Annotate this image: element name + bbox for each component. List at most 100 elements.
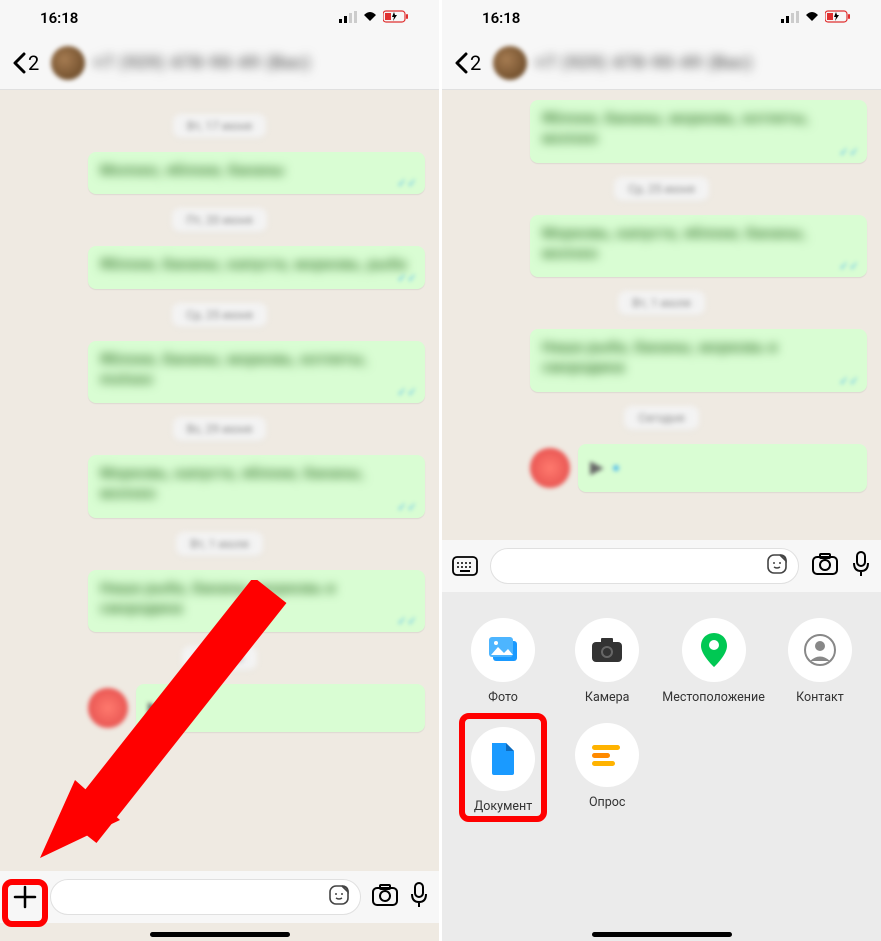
status-bar: 16:18 <box>442 0 881 36</box>
mic-icon <box>409 882 429 908</box>
contact-avatar[interactable] <box>51 46 85 80</box>
read-ticks-icon: ✓✓ <box>397 271 417 285</box>
keyboard-button[interactable] <box>452 556 478 576</box>
poll-icon <box>592 743 622 767</box>
chat-header: 2 +7 (929) 478-90-49 (Вас) <box>0 36 439 90</box>
annotation-highlight-plus <box>2 879 48 927</box>
sticker-icon[interactable] <box>766 553 788 579</box>
back-button[interactable]: 2 <box>454 51 481 75</box>
attach-document[interactable]: Документ <box>454 723 552 818</box>
document-icon <box>490 743 516 775</box>
date-separator: Вт, 17 июня <box>173 114 266 138</box>
status-bar: 16:18 <box>0 0 439 36</box>
message-input[interactable] <box>490 548 799 584</box>
message-bubble[interactable]: Яблоки, бананы, морковь, котлеты, molоко… <box>88 341 425 404</box>
date-separator: Вс, 29 июня <box>173 417 267 441</box>
waveform-icon: ● <box>170 700 178 717</box>
mic-icon <box>851 551 871 577</box>
status-icons <box>339 9 409 27</box>
date-separator: Вт, 1 июля <box>618 291 704 315</box>
chevron-left-icon <box>12 52 26 74</box>
message-bubble[interactable]: Морковь, капуста, яблоки, бананы, молоко… <box>88 455 425 518</box>
voice-avatar <box>530 448 570 488</box>
attach-label: Камера <box>585 690 630 705</box>
back-button[interactable]: 2 <box>12 51 39 75</box>
attach-poll[interactable]: Опрос <box>558 723 656 818</box>
cellular-icon <box>781 9 799 27</box>
home-indicator[interactable] <box>150 932 290 937</box>
contact-name[interactable]: +7 (929) 478-90-49 (Вас) <box>535 53 753 73</box>
status-time: 16:18 <box>40 9 78 27</box>
date-separator: Ср, 25 июня <box>614 177 709 201</box>
read-ticks-icon: ✓✓ <box>839 145 859 159</box>
message-bubble[interactable]: Молоко, яблоки, бананы ✓✓ <box>88 152 425 194</box>
contact-name[interactable]: +7 (929) 478-90-49 (Вас) <box>93 53 311 73</box>
phone-screenshot-right: 16:18 2 +7 (929) 478-90-49 (Вас) Яблоки,… <box>442 0 881 941</box>
contact-avatar[interactable] <box>493 46 527 80</box>
mic-button[interactable] <box>851 551 871 581</box>
read-ticks-icon: ✓✓ <box>839 259 859 273</box>
message-input[interactable] <box>50 879 361 915</box>
read-ticks-icon: ✓✓ <box>397 614 417 628</box>
attach-label: Фото <box>488 690 518 705</box>
waveform-icon: ● <box>612 459 620 476</box>
chat-messages[interactable]: Яблоки, бананы, морковь, котлеты, молоко… <box>442 90 881 538</box>
status-icons <box>781 9 851 27</box>
voice-message[interactable]: ▶ ● <box>530 444 867 492</box>
attach-location[interactable]: Местоположение <box>662 618 765 705</box>
keyboard-icon <box>452 556 478 576</box>
voice-message[interactable]: ▶ ● <box>88 684 425 732</box>
message-bubble[interactable]: Наша рыба, бананы, морковь и смородина ✓… <box>88 570 425 633</box>
cellular-icon <box>339 9 357 27</box>
date-separator: Сегодня <box>624 406 698 430</box>
attach-photo[interactable]: Фото <box>454 618 552 705</box>
sticker-icon[interactable] <box>328 884 350 910</box>
attach-contact[interactable]: Контакт <box>771 618 869 705</box>
location-icon <box>701 633 727 667</box>
battery-charging-icon <box>383 9 409 27</box>
home-indicator[interactable] <box>592 932 732 937</box>
voice-avatar <box>88 688 128 728</box>
status-time: 16:18 <box>482 9 520 27</box>
message-bubble[interactable]: Наша рыба, бананы, морковь и смородина ✓… <box>530 329 867 392</box>
chat-messages[interactable]: Вт, 17 июня Молоко, яблоки, бананы ✓✓ Пт… <box>0 90 439 861</box>
message-input-bar <box>0 871 439 923</box>
attach-label: Опрос <box>589 795 626 810</box>
phone-screenshot-left: 16:18 2 +7 (929) 478-90-49 (Вас) Вт, 17 … <box>0 0 439 941</box>
message-input-bar <box>442 540 881 592</box>
battery-charging-icon <box>825 9 851 27</box>
date-separator: Вт, 1 июля <box>176 532 262 556</box>
date-separator: Пт, 20 июня <box>172 208 266 232</box>
message-bubble[interactable]: Яблоки, бананы, капуста, морковь, рыба ✓… <box>88 246 425 288</box>
play-icon[interactable]: ▶ <box>148 698 162 719</box>
mic-button[interactable] <box>409 882 429 912</box>
contact-icon <box>804 634 836 666</box>
read-ticks-icon: ✓✓ <box>839 374 859 388</box>
read-ticks-icon: ✓✓ <box>397 176 417 190</box>
date-separator: Сегодня <box>182 646 256 670</box>
camera-fill-icon <box>590 636 624 664</box>
attach-label: Местоположение <box>662 690 765 705</box>
read-ticks-icon: ✓✓ <box>397 500 417 514</box>
attach-label: Контакт <box>796 690 844 705</box>
attachment-sheet: Фото Камера Местоположение Контакт <box>442 592 881 941</box>
message-bubble[interactable]: Морковь, капуста, яблоки, бананы, молоко… <box>530 215 867 278</box>
date-separator: Ср, 25 июня <box>172 303 267 327</box>
chevron-left-icon <box>454 52 468 74</box>
photo-icon <box>486 635 520 665</box>
attach-label: Документ <box>471 799 535 814</box>
camera-icon <box>371 883 399 907</box>
message-bubble[interactable]: Яблоки, бананы, морковь, котлеты, молоко… <box>530 100 867 163</box>
unread-count: 2 <box>470 51 481 75</box>
read-ticks-icon: ✓✓ <box>397 385 417 399</box>
camera-button[interactable] <box>371 883 399 911</box>
wifi-icon <box>362 9 378 27</box>
annotation-highlight-document: Документ <box>459 713 547 822</box>
play-icon[interactable]: ▶ <box>590 457 604 478</box>
chat-header: 2 +7 (929) 478-90-49 (Вас) <box>442 36 881 90</box>
camera-icon <box>811 552 839 576</box>
unread-count: 2 <box>28 51 39 75</box>
attach-camera[interactable]: Камера <box>558 618 656 705</box>
wifi-icon <box>804 9 820 27</box>
camera-button[interactable] <box>811 552 839 580</box>
